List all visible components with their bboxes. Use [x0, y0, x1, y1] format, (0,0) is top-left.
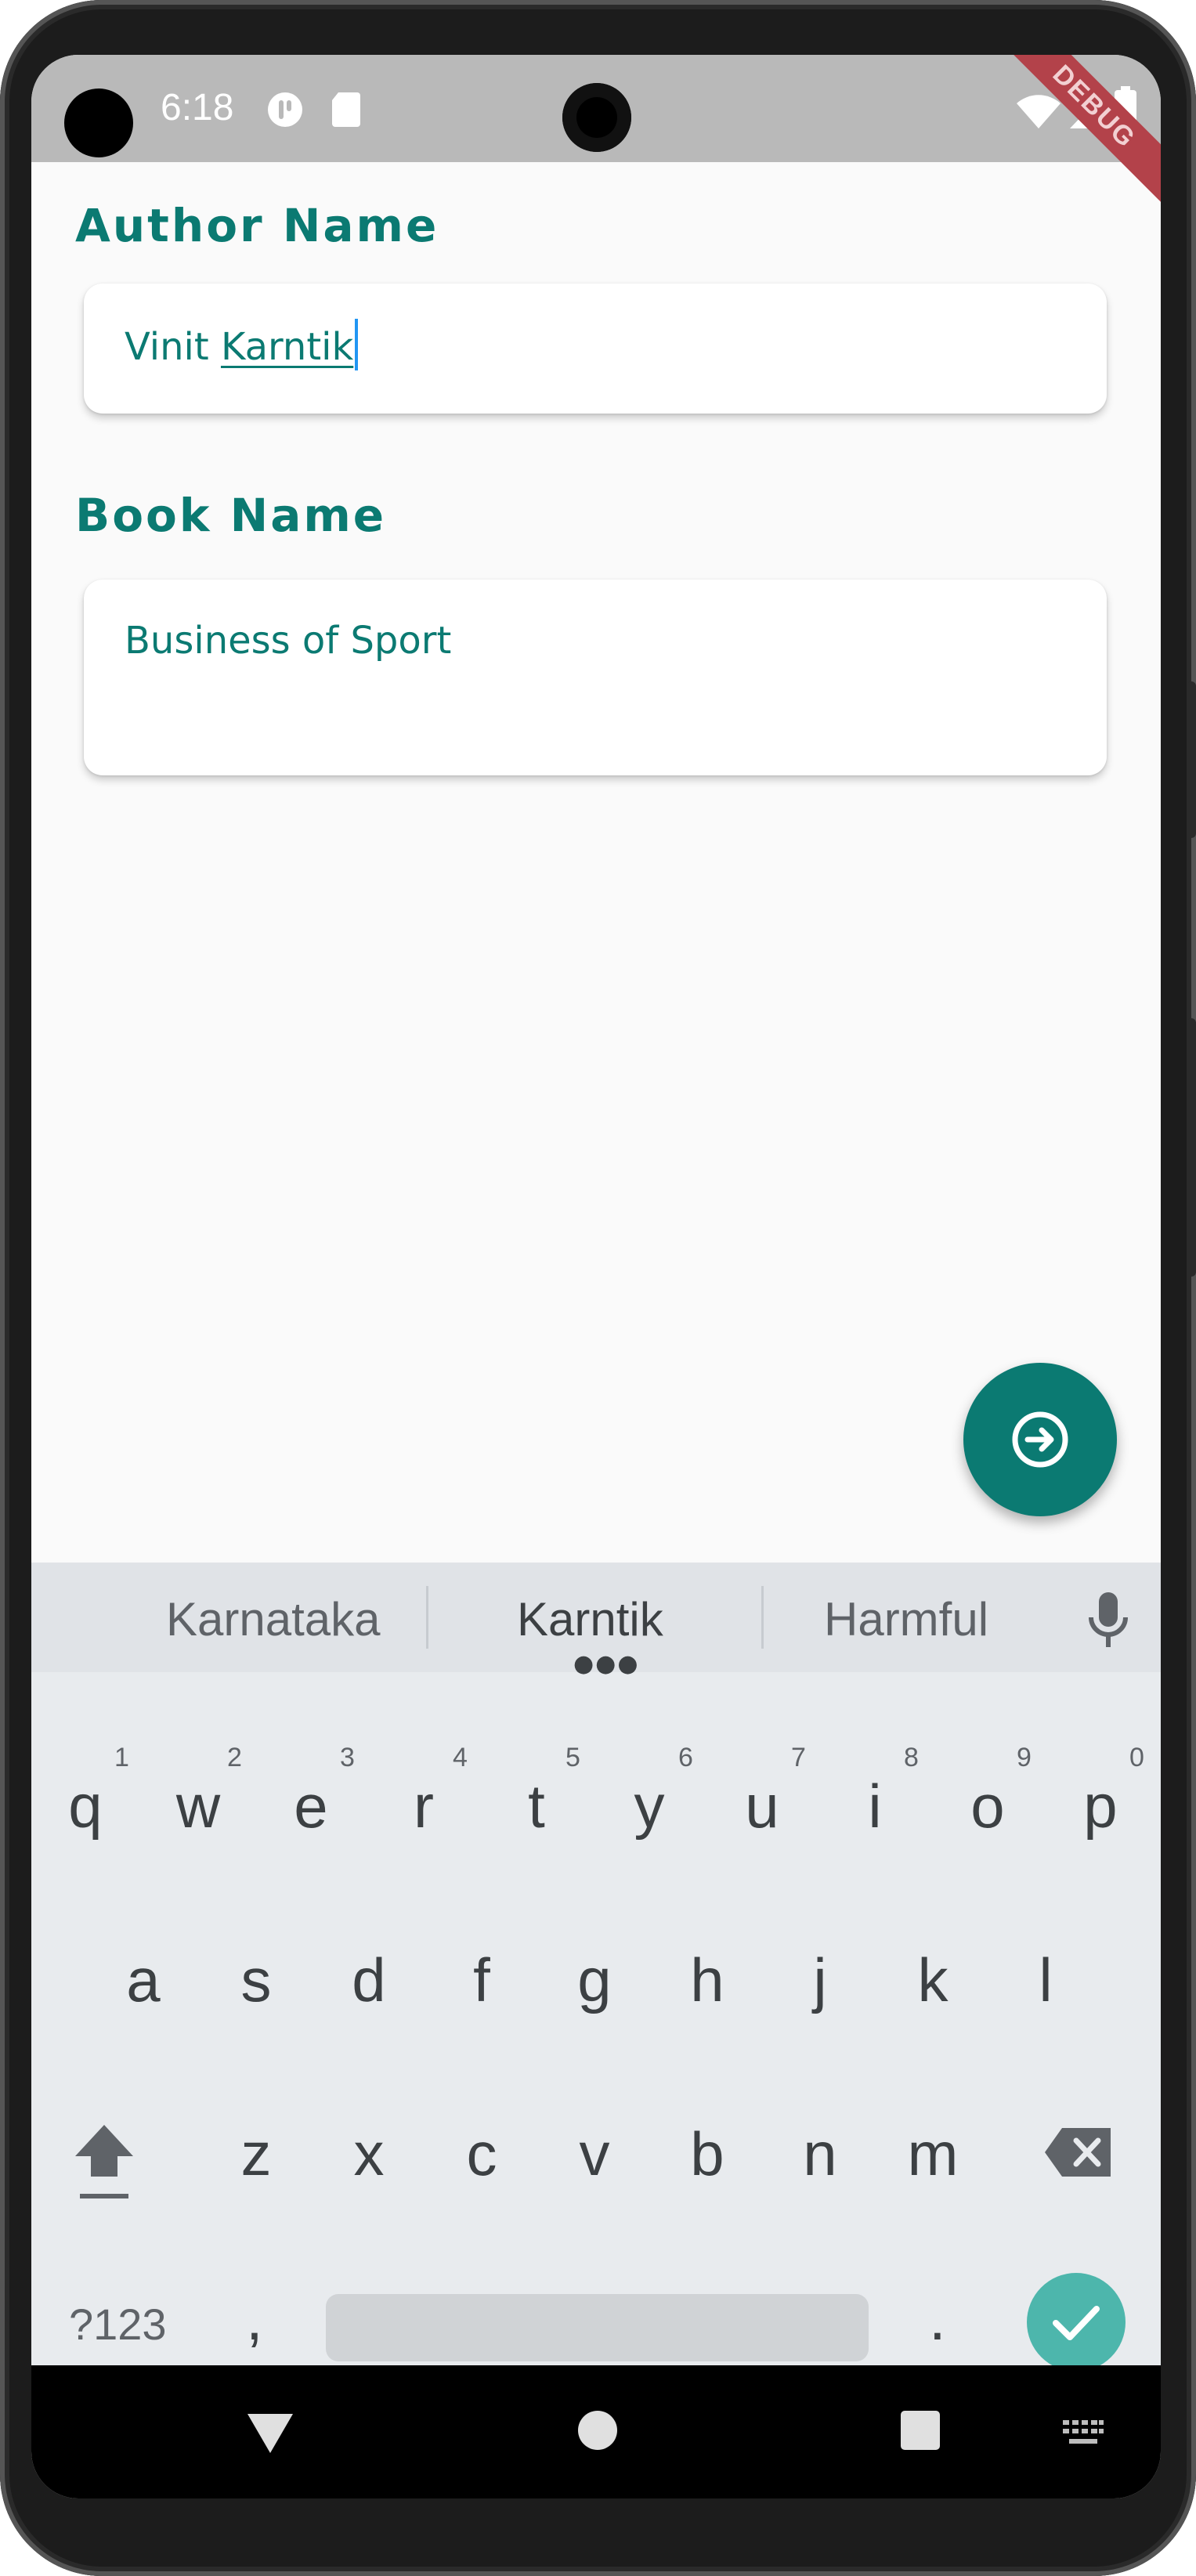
key-hint-6: 6	[678, 1743, 693, 1772]
comma-key[interactable]: ,	[246, 2283, 263, 2354]
suggestion-bar: Karnataka Karntik ●●● Harmful	[31, 1563, 1161, 1678]
suggestion-1[interactable]: Karnataka	[166, 1592, 381, 1646]
key-hint-3: 3	[340, 1743, 355, 1772]
key-w[interactable]: w	[155, 1771, 241, 1842]
suggestion-divider	[761, 1586, 764, 1649]
symbols-key[interactable]: ?123	[69, 2299, 167, 2350]
key-p[interactable]: p	[1057, 1771, 1144, 1842]
key-q[interactable]: q	[42, 1771, 128, 1842]
key-hint-9: 9	[1017, 1743, 1032, 1772]
author-name-value: Vinit Karntik	[125, 319, 359, 370]
key-hint-7: 7	[791, 1743, 806, 1772]
status-time: 6:18	[161, 87, 234, 128]
soft-keyboard: Karnataka Karntik ●●● Harmful q w e r t …	[31, 1563, 1161, 2372]
author-name-composing-text: Karntik	[220, 325, 354, 369]
key-l[interactable]: l	[1003, 1945, 1089, 2016]
key-f[interactable]: f	[439, 1945, 525, 2016]
screen: 6:18 DEBUG Author Name Vinit Karntik Boo…	[31, 55, 1161, 2498]
back-nav-icon[interactable]	[244, 2409, 296, 2459]
key-t[interactable]: t	[493, 1771, 580, 1842]
arrow-right-circle-icon	[1012, 1411, 1068, 1468]
key-n[interactable]: n	[777, 2119, 863, 2190]
author-name-input[interactable]: Vinit Karntik	[84, 284, 1107, 414]
microphone-icon[interactable]	[1085, 1591, 1132, 1653]
next-fab-button[interactable]	[963, 1363, 1117, 1516]
key-x[interactable]: x	[326, 2119, 412, 2190]
key-j[interactable]: j	[777, 1945, 863, 2016]
keyboard-switch-icon[interactable]	[1061, 2419, 1105, 2453]
front-camera	[562, 83, 631, 152]
space-bar[interactable]	[326, 2294, 869, 2361]
camera-cutout-left	[64, 89, 133, 157]
status-bar: 6:18 DEBUG	[31, 55, 1161, 221]
text-cursor	[355, 319, 359, 370]
key-s[interactable]: s	[213, 1945, 299, 2016]
suggestion-2[interactable]: Karntik	[517, 1592, 663, 1646]
key-b[interactable]: b	[664, 2119, 750, 2190]
app-notification-icon	[266, 91, 304, 132]
key-g[interactable]: g	[551, 1945, 638, 2016]
shift-icon	[75, 2125, 133, 2198]
key-hint-4: 4	[453, 1743, 468, 1772]
key-c[interactable]: c	[439, 2119, 525, 2190]
key-hint-1: 1	[114, 1743, 129, 1772]
key-a[interactable]: a	[100, 1945, 186, 2016]
backspace-icon	[1045, 2128, 1111, 2177]
more-suggestions-dots: ●●●	[573, 1650, 640, 1678]
wifi-icon	[1015, 94, 1062, 133]
key-r[interactable]: r	[381, 1771, 467, 1842]
key-z[interactable]: z	[213, 2119, 299, 2190]
key-u[interactable]: u	[719, 1771, 805, 1842]
key-v[interactable]: v	[551, 2119, 638, 2190]
book-name-label: Book Name	[75, 489, 387, 542]
power-button	[1187, 681, 1196, 838]
key-hint-5: 5	[565, 1743, 580, 1772]
author-name-label: Author Name	[75, 199, 439, 252]
key-m[interactable]: m	[890, 2119, 976, 2190]
shift-key[interactable]	[70, 2119, 138, 2208]
key-hint-2: 2	[227, 1743, 242, 1772]
author-name-text: Vinit	[125, 325, 221, 369]
book-name-value: Business of Sport	[125, 619, 452, 663]
recents-nav-icon[interactable]	[899, 2409, 941, 2455]
debug-banner: DEBUG	[980, 55, 1161, 221]
navigation-bar	[31, 2365, 1161, 2498]
key-d[interactable]: d	[326, 1945, 412, 2016]
done-key[interactable]	[1027, 2273, 1126, 2372]
key-i[interactable]: i	[832, 1771, 918, 1842]
key-y[interactable]: y	[606, 1771, 692, 1842]
book-name-input[interactable]: Business of Sport	[84, 580, 1107, 775]
checkmark-icon	[1053, 2306, 1100, 2340]
key-o[interactable]: o	[945, 1771, 1031, 1842]
backspace-key[interactable]	[1043, 2126, 1114, 2181]
key-hint-8: 8	[904, 1743, 919, 1772]
suggestion-divider	[426, 1586, 428, 1649]
key-hint-0: 0	[1129, 1743, 1144, 1772]
key-e[interactable]: e	[268, 1771, 354, 1842]
volume-button	[1187, 1018, 1196, 1277]
key-k[interactable]: k	[890, 1945, 976, 2016]
phone-frame: 6:18 DEBUG Author Name Vinit Karntik Boo…	[0, 0, 1196, 2576]
sd-card-icon	[331, 91, 362, 132]
period-key[interactable]: .	[929, 2283, 946, 2354]
home-nav-icon[interactable]	[576, 2409, 619, 2455]
key-h[interactable]: h	[664, 1945, 750, 2016]
suggestion-3[interactable]: Harmful	[824, 1592, 988, 1646]
